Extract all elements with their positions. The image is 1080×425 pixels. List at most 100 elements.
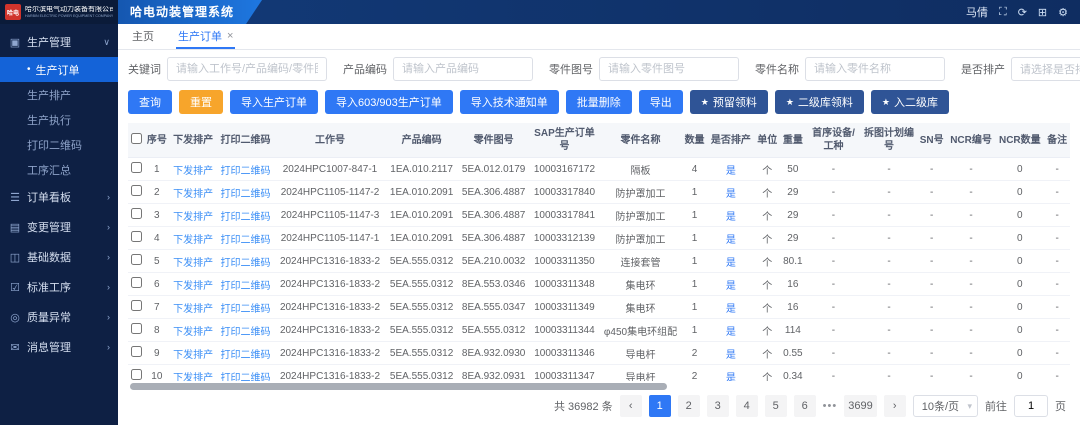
print-qr-link[interactable]: 打印二维码 [221,373,271,382]
keyword-input[interactable] [167,57,327,81]
page-size-select[interactable]: 10条/页 ▾ [913,395,978,417]
page-button-1[interactable]: 1 [649,395,671,417]
search-button[interactable]: 查询 [128,90,172,114]
sidebar-item-production-order[interactable]: • 生产订单 [0,57,118,82]
sidebar-group-quality-exception[interactable]: ◎ 质量异常 › [0,302,118,332]
row-checkbox[interactable] [131,323,142,334]
sidebar-group-standard-process[interactable]: ☑ 标准工序 › [0,272,118,302]
into-secondary-store-button[interactable]: ★ 入二级库 [871,90,949,114]
page-button-6[interactable]: 6 [794,395,816,417]
chevron-right-icon: › [107,312,110,322]
dispatch-link[interactable]: 下发排产 [173,212,213,223]
cell-work-no: 2024HPC1105-1147-3 [274,204,385,227]
reset-button[interactable]: 重置 [179,90,223,114]
sidebar-item-production-scheduling[interactable]: 生产排产 [0,82,118,107]
page-button-4[interactable]: 4 [736,395,758,417]
table-row: 8 下发排产 打印二维码 2024HPC1316-1833-2 5EA.555.… [128,319,1070,342]
refresh-icon[interactable]: ⟳ [1018,6,1027,19]
col-print-qr: 打印二维码 [217,123,275,158]
sidebar-item-production-execution[interactable]: 生产执行 [0,107,118,132]
import-tech-notice-button[interactable]: 导入技术通知单 [460,90,559,114]
dispatch-link[interactable]: 下发排产 [173,350,213,361]
fullscreen-icon[interactable]: ⛶ [999,6,1007,19]
table-row: 3 下发排产 打印二维码 2024HPC1105-1147-3 1EA.010.… [128,204,1070,227]
part-no-input[interactable] [599,57,739,81]
cell-scheduled: 是 [707,342,754,365]
horizontal-scrollbar [128,382,1070,391]
row-checkbox[interactable] [131,208,142,219]
dispatch-link[interactable]: 下发排产 [173,373,213,382]
cell-sap-no: 10003311348 [530,273,600,296]
tab-production-order[interactable]: 生产订单 × [176,24,235,49]
dispatch-link[interactable]: 下发排产 [173,189,213,200]
row-checkbox[interactable] [131,369,142,380]
cell-sn: - [917,181,947,204]
print-qr-link[interactable]: 打印二维码 [221,304,271,315]
cell-ncr-qty: 0 [995,158,1044,181]
page-button-5[interactable]: 5 [765,395,787,417]
dispatch-link[interactable]: 下发排产 [173,235,213,246]
part-name-input[interactable] [805,57,945,81]
sidebar-item-print-qrcode[interactable]: 打印二维码 [0,132,118,157]
print-qr-link[interactable]: 打印二维码 [221,327,271,338]
prev-page-icon[interactable]: ‹ [620,395,642,417]
print-qr-link[interactable]: 打印二维码 [221,212,271,223]
cell-seq: 1 [144,158,170,181]
secondary-store-picking-button[interactable]: ★ 二级库领料 [775,90,864,114]
horizontal-scrollbar-thumb[interactable] [130,383,667,390]
row-checkbox[interactable] [131,300,142,311]
sidebar-group-message-mgmt[interactable]: ✉ 消息管理 › [0,332,118,362]
row-checkbox[interactable] [131,185,142,196]
print-qr-link[interactable]: 打印二维码 [221,350,271,361]
settings-gear-icon[interactable]: ⚙ [1058,6,1068,19]
page-button-last[interactable]: 3699 [844,395,876,417]
page-button-3[interactable]: 3 [707,395,729,417]
sidebar-item-process-summary[interactable]: 工序汇总 [0,157,118,182]
more-pages-icon[interactable]: ••• [823,400,838,412]
username[interactable]: 马倩 [966,4,988,20]
col-ncr-no: NCR编号 [947,123,996,158]
row-checkbox[interactable] [131,231,142,242]
cell-ncr-no: - [947,319,996,342]
close-tab-icon[interactable]: × [227,30,233,42]
cell-first-device: - [806,181,862,204]
next-page-icon[interactable]: › [884,395,906,417]
select-all-checkbox[interactable] [131,133,142,144]
row-checkbox[interactable] [131,254,142,265]
cell-product-code: 5EA.555.0312 [386,250,458,273]
print-qr-link[interactable]: 打印二维码 [221,235,271,246]
product-code-input[interactable] [393,57,533,81]
schedule-select[interactable]: 请选择是否排产 ▾ [1011,57,1080,81]
cell-unit: 个 [754,296,780,319]
dispatch-link[interactable]: 下发排产 [173,327,213,338]
print-qr-link[interactable]: 打印二维码 [221,189,271,200]
reserve-picking-button[interactable]: ★ 预留领料 [690,90,768,114]
print-qr-link[interactable]: 打印二维码 [221,166,271,177]
page-button-2[interactable]: 2 [678,395,700,417]
row-checkbox[interactable] [131,346,142,357]
cell-part-name: 集电环 [599,273,681,296]
batch-delete-button[interactable]: 批量删除 [566,90,632,114]
dispatch-link[interactable]: 下发排产 [173,281,213,292]
import-production-order-button[interactable]: 导入生产订单 [230,90,318,114]
dispatch-link[interactable]: 下发排产 [173,258,213,269]
dispatch-link[interactable]: 下发排产 [173,304,213,315]
row-checkbox[interactable] [131,162,142,173]
import-603-903-order-button[interactable]: 导入603/903生产订单 [325,90,453,114]
cell-part-no: 8EA.932.0931 [458,365,530,382]
print-qr-link[interactable]: 打印二维码 [221,281,271,292]
row-checkbox[interactable] [131,277,142,288]
cell-print-qr: 打印二维码 [217,319,275,342]
sidebar-group-order-board[interactable]: ☰ 订单看板 › [0,182,118,212]
col-weight: 重量 [780,123,806,158]
company-logo: 哈电 哈尔滨电气动力装备有限公司 HARBIN ELECTRIC POWER E… [0,0,118,24]
grid-icon[interactable]: ⊞ [1038,6,1047,19]
tab-home[interactable]: 主页 [130,24,156,49]
print-qr-link[interactable]: 打印二维码 [221,258,271,269]
sidebar-group-change-mgmt[interactable]: ▤ 变更管理 › [0,212,118,242]
dispatch-link[interactable]: 下发排产 [173,166,213,177]
export-button[interactable]: 导出 [639,90,683,114]
sidebar-group-production[interactable]: ▣ 生产管理 ∨ [0,27,118,57]
jump-page-input[interactable] [1014,395,1048,417]
sidebar-group-base-data[interactable]: ◫ 基础数据 › [0,242,118,272]
